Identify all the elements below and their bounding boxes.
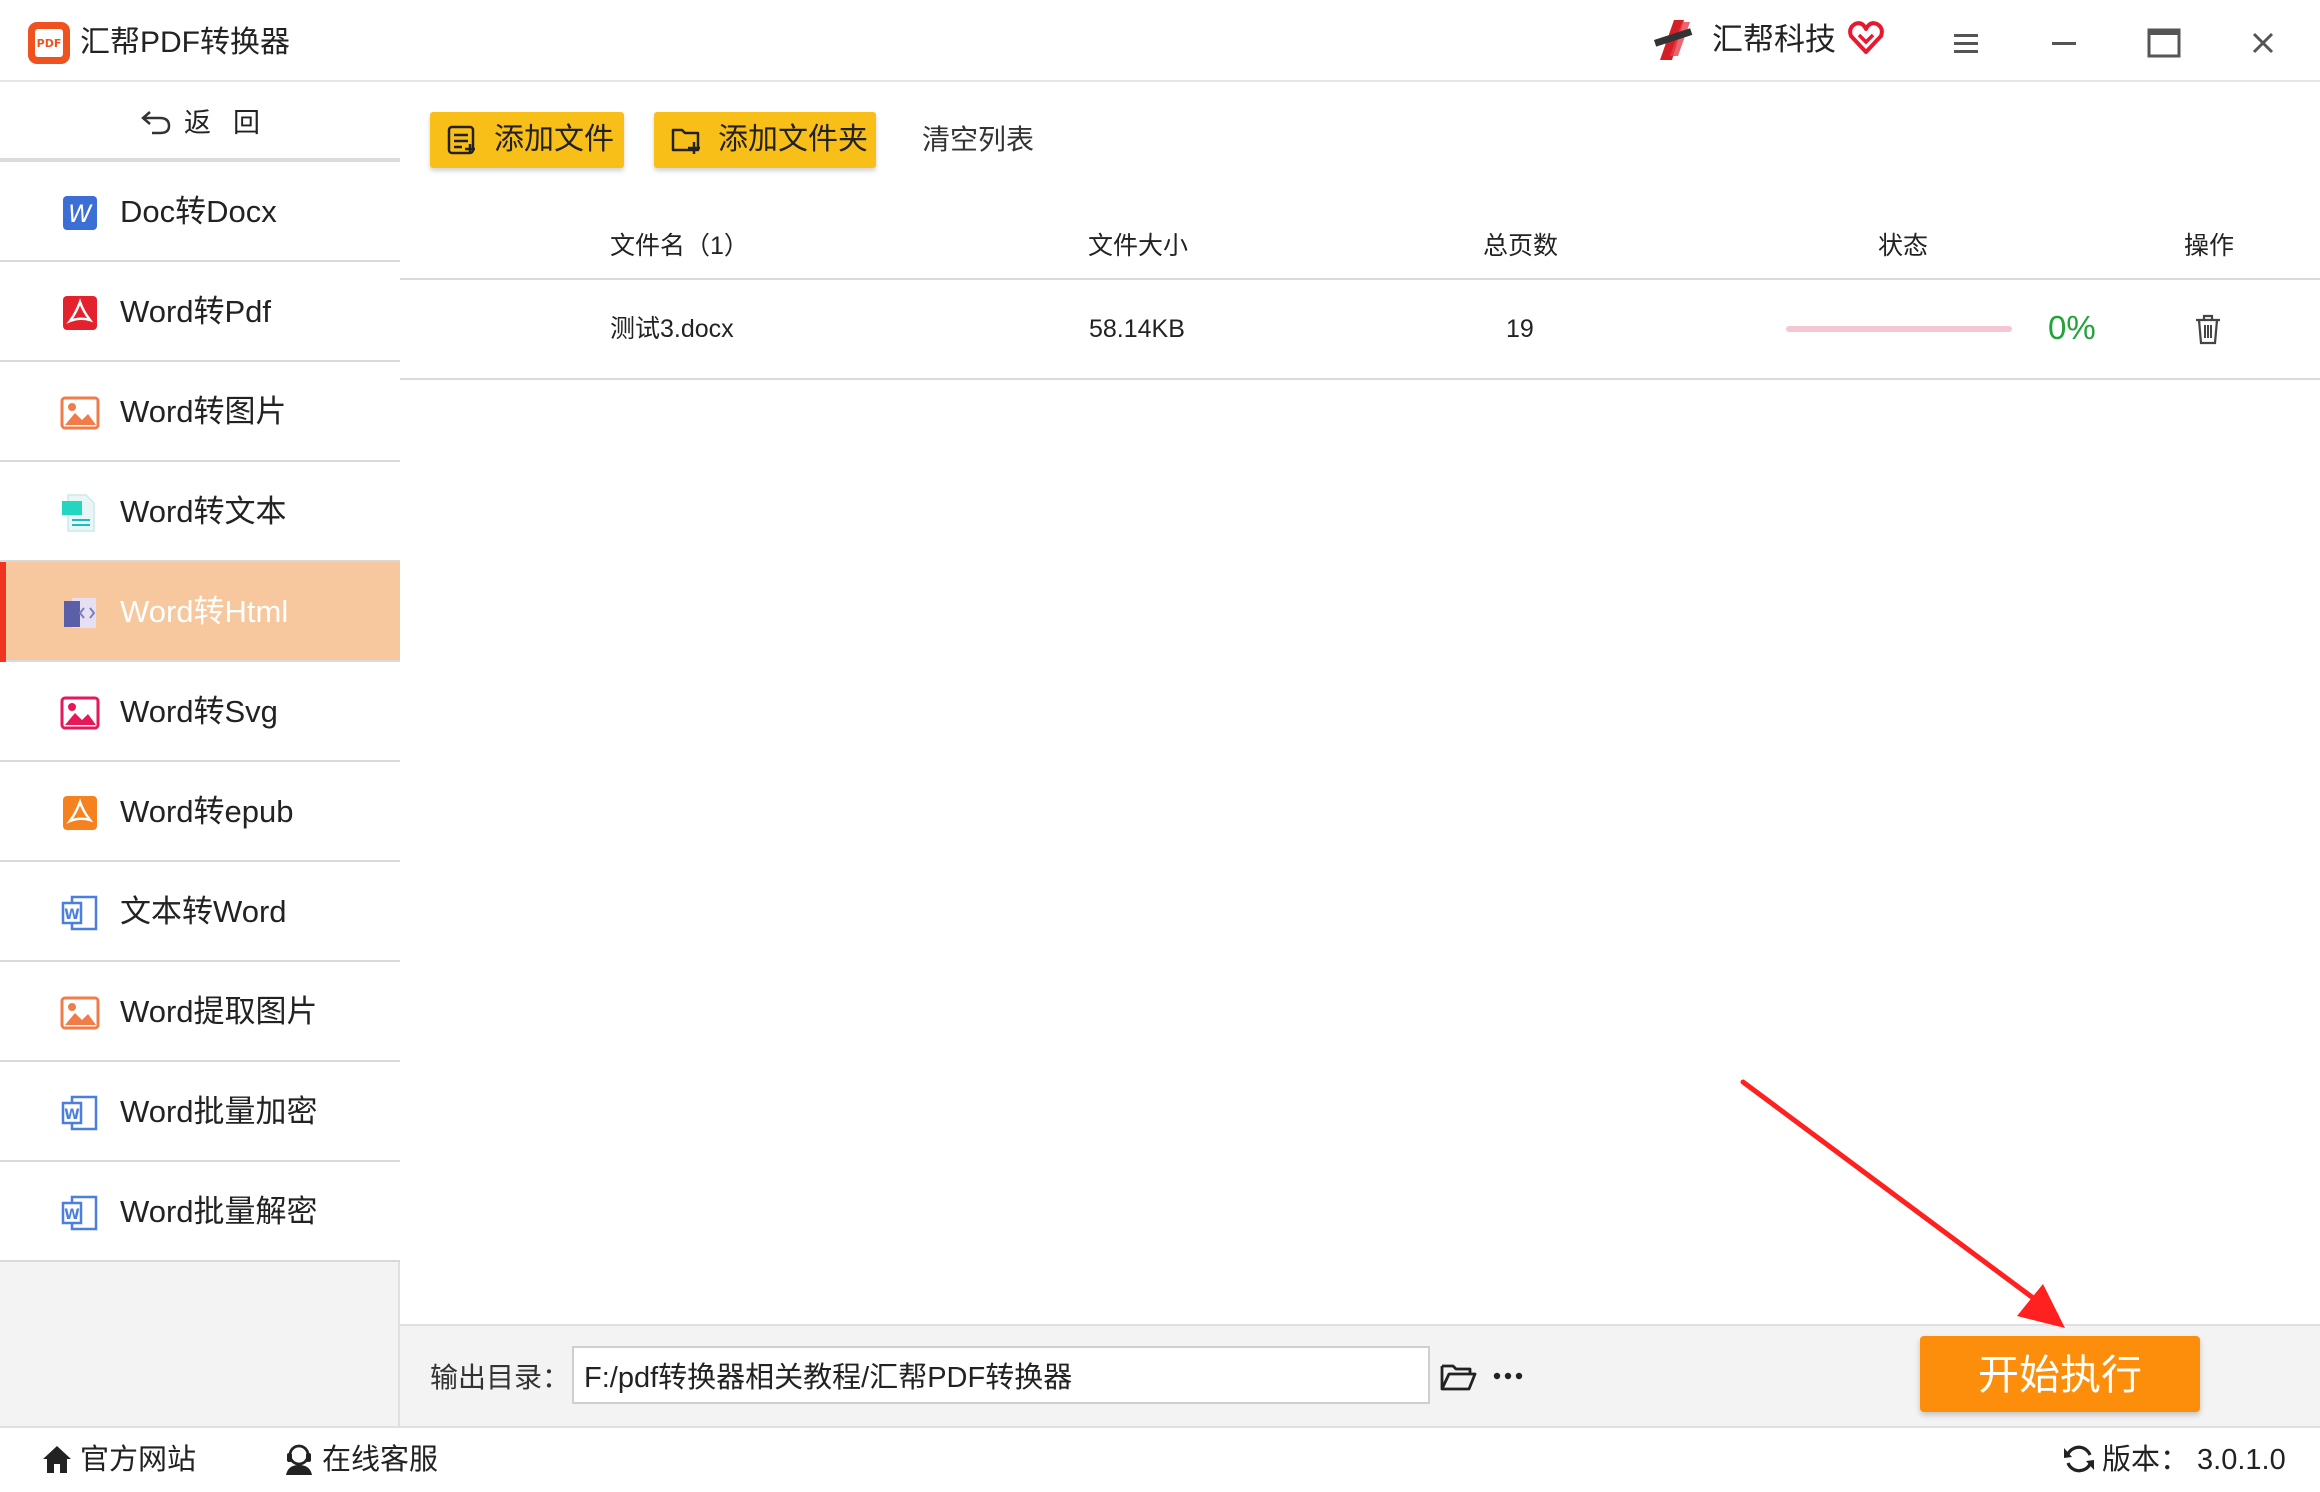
sidebar-item-label: Word转Html (120, 594, 289, 629)
clear-list-button[interactable]: 清空列表 (922, 119, 1034, 161)
pdf-red-icon (63, 296, 97, 330)
customer-service-icon (286, 1444, 312, 1475)
online-service-label: 在线客服 (322, 1444, 439, 1476)
status-bar: 官方网站 在线客服 版本： 3.0.1.0 (0, 1426, 2320, 1492)
app-logo-text: PDF (36, 37, 62, 50)
column-header-name: 文件名（1） (610, 232, 749, 260)
back-button[interactable]: 返回 (0, 82, 400, 162)
delete-icon[interactable] (2193, 313, 2223, 345)
file-name: 测试3.docx (610, 315, 734, 343)
svg-text:W: W (64, 907, 79, 923)
app-title: 汇帮PDF转换器 (80, 26, 290, 59)
heart-icon[interactable] (1846, 18, 1886, 58)
online-service-link[interactable]: 在线客服 (282, 1438, 452, 1482)
start-button[interactable]: 开始执行 (1920, 1336, 2200, 1412)
back-arrow-icon (141, 111, 171, 135)
brand-logo-icon (1654, 20, 1693, 60)
sidebar-item-label: Word转epub (120, 794, 294, 829)
sidebar-item-label: Doc转Docx (120, 194, 277, 229)
file-table-header: 文件名（1） 文件大小 总页数 状态 操作 (400, 216, 2320, 280)
sidebar-item-label: Word转Pdf (120, 294, 272, 329)
sidebar-item-word-to-image[interactable]: Word转图片 (0, 362, 400, 462)
sidebar-item-label: Word提取图片 (120, 994, 318, 1029)
refresh-icon (2064, 1445, 2094, 1473)
add-folder-label: 添加文件夹 (718, 123, 868, 156)
sidebar-item-label: Word转Svg (120, 694, 278, 729)
add-file-label: 添加文件 (494, 123, 614, 156)
column-header-action: 操作 (2184, 232, 2235, 260)
sidebar-item-word-to-pdf[interactable]: Word转Pdf (0, 262, 400, 362)
sidebar-item-label: Word转图片 (120, 394, 287, 429)
sidebar-item-label: Word批量解密 (120, 1194, 318, 1229)
sidebar-item-text-to-word[interactable]: W 文本转Word (0, 862, 400, 962)
sidebar-nav: W Doc转Docx Word转Pdf Word转图片 Word转文本 Word… (0, 162, 400, 1262)
more-options-icon[interactable] (1488, 1356, 1528, 1396)
word-blue-icon: W (63, 196, 97, 230)
column-header-pages: 总页数 (1483, 232, 1559, 260)
open-folder-icon[interactable] (1438, 1356, 1478, 1396)
output-bar: 输出目录： 开始执行 (400, 1324, 2320, 1426)
page-count: 19 (1506, 315, 1534, 343)
official-website-link[interactable]: 官方网站 (40, 1438, 210, 1482)
version-label: 版本： 3.0.1.0 (2102, 1444, 2286, 1476)
app-logo-icon: PDF (28, 22, 70, 64)
start-button-label: 开始执行 (1978, 1352, 2142, 1398)
word-outline-icon: W (61, 895, 98, 931)
maximize-icon[interactable] (2141, 20, 2187, 66)
back-label: 返回 (184, 108, 282, 138)
image-orange-icon (60, 996, 100, 1030)
sidebar-item-word-extract-images[interactable]: Word提取图片 (0, 962, 400, 1062)
file-size: 58.14KB (1089, 315, 1185, 343)
epub-orange-icon (63, 796, 97, 830)
home-icon (43, 1446, 71, 1473)
sidebar-item-word-to-svg[interactable]: Word转Svg (0, 662, 400, 762)
image-pink-icon (60, 696, 100, 730)
version-info[interactable]: 版本： 3.0.1.0 (2062, 1438, 2302, 1482)
column-header-size: 文件大小 (1088, 232, 1189, 260)
svg-text:W: W (68, 200, 93, 228)
sidebar-item-word-batch-encrypt[interactable]: W Word批量加密 (0, 1062, 400, 1162)
sidebar-item-word-to-epub[interactable]: Word转epub (0, 762, 400, 862)
output-dir-input[interactable] (572, 1346, 1430, 1404)
column-header-status: 状态 (1878, 232, 1929, 260)
brand-name: 汇帮科技 (1712, 22, 1836, 57)
main-panel: 添加文件 添加文件夹 清空列表 文件名（1） 文件大小 总页数 状态 操作 测试… (400, 82, 2320, 1426)
add-folder-icon (671, 128, 700, 154)
html-doc-icon (64, 598, 96, 628)
sidebar-item-doc-to-docx[interactable]: W Doc转Docx (0, 162, 400, 262)
close-icon[interactable] (2240, 20, 2286, 66)
progress-percent: 0% (2048, 309, 2096, 346)
word-outline-icon: W (61, 1095, 98, 1131)
sidebar-item-word-batch-decrypt[interactable]: W Word批量解密 (0, 1162, 400, 1262)
sidebar-item-label: Word批量加密 (120, 1094, 318, 1129)
output-dir-label: 输出目录： (430, 1362, 571, 1393)
table-row[interactable]: 测试3.docx 58.14KB 19 0% (400, 280, 2320, 380)
sidebar-item-word-to-html[interactable]: Word转Html (0, 562, 400, 662)
title-bar: PDF 汇帮PDF转换器 汇帮科技 (0, 0, 2320, 82)
word-outline-icon: W (61, 1195, 98, 1231)
menu-icon[interactable] (1942, 20, 1988, 66)
minimize-icon[interactable] (2041, 20, 2087, 66)
add-folder-button[interactable]: 添加文件夹 (654, 112, 876, 168)
sidebar: 返回 W Doc转Docx Word转Pdf Word转图片 Word转文本 W… (0, 82, 400, 1426)
sidebar-item-label: Word转文本 (120, 494, 287, 529)
text-doc-teal-icon (62, 494, 95, 532)
progress-bar (1786, 326, 2012, 332)
sidebar-item-label: 文本转Word (120, 894, 287, 929)
image-orange-icon (60, 396, 100, 430)
svg-text:W: W (64, 1207, 79, 1223)
sidebar-item-word-to-text[interactable]: Word转文本 (0, 462, 400, 562)
svg-text:W: W (64, 1107, 79, 1123)
official-website-label: 官方网站 (80, 1444, 197, 1476)
add-file-button[interactable]: 添加文件 (430, 112, 624, 168)
add-file-icon (447, 125, 475, 155)
